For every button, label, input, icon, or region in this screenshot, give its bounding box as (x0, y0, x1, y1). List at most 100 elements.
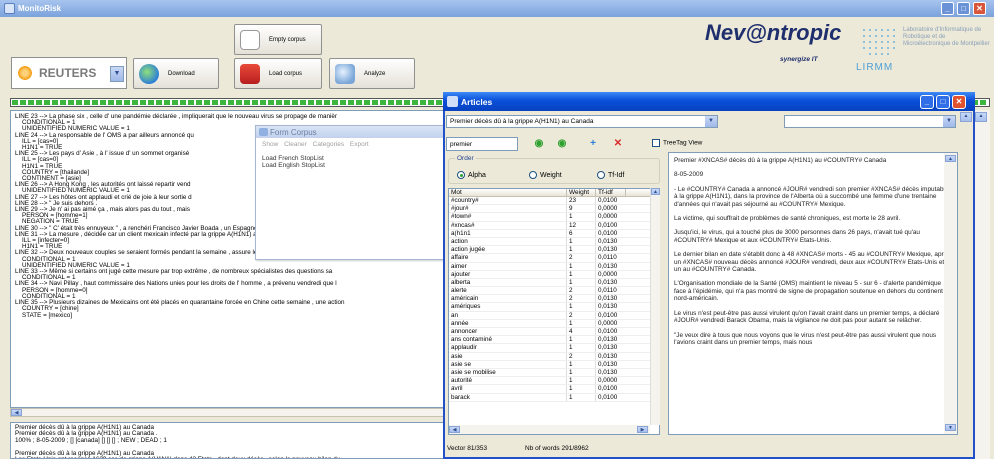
scroll-right-icon[interactable]: ▶ (637, 426, 648, 433)
articles-minimize-button[interactable]: _ (920, 95, 934, 109)
table-cell: 2 (567, 352, 596, 360)
table-row[interactable]: #xncas# 12 0,0100 (449, 221, 659, 230)
load-corpus-button[interactable]: Load corpus (234, 58, 322, 89)
table-cell: 1 (567, 213, 596, 221)
scroll-up-icon[interactable]: ▲ (975, 112, 987, 122)
scroll-up-icon[interactable]: ▲ (945, 155, 956, 162)
article-select[interactable]: Premier décès dû à la grippe A(H1N1) au … (446, 115, 718, 128)
table-row[interactable]: ajouter 1 0,0000 (449, 270, 659, 279)
column-header-weight[interactable]: Weight (567, 189, 596, 196)
table-row[interactable]: autorité 1 0,0000 (449, 377, 659, 386)
chevron-down-icon[interactable]: ▼ (943, 116, 955, 127)
scroll-up-icon[interactable]: ▲ (651, 188, 660, 195)
table-cell: 0,0000 (598, 205, 618, 213)
table-row[interactable]: alberta 1 0,0130 (449, 278, 659, 288)
table-row[interactable]: a(h1n1 6 0,0100 (449, 229, 659, 238)
table-row[interactable]: an 2 0,0100 (449, 311, 659, 320)
scroll-left-icon[interactable]: ◀ (449, 426, 460, 433)
scroll-down-icon[interactable]: ▼ (945, 424, 956, 431)
articles-scroll-up-icon[interactable]: ▲ (960, 112, 972, 122)
column-header-mot[interactable]: Mot (449, 189, 567, 196)
table-row[interactable]: applaudir 1 0,0130 (449, 344, 659, 353)
table-row[interactable]: affaire 2 0,0110 (449, 254, 659, 263)
app-icon (4, 3, 15, 14)
table-row[interactable]: aimer 1 0,0130 (449, 262, 659, 271)
database-icon (240, 64, 260, 84)
maximize-button[interactable]: □ (957, 2, 970, 15)
table-row[interactable]: action 1 0,0130 (449, 237, 659, 247)
table-row[interactable]: ans contaminé 1 0,0130 (449, 336, 659, 345)
table-cell: année (449, 319, 567, 327)
treetag-label: TreeTag View (663, 139, 703, 147)
table-row[interactable]: américain 2 0,0130 (449, 295, 659, 304)
table-row[interactable]: #jour# 9 0,0000 (449, 205, 659, 214)
table-cell: 1 (567, 237, 596, 246)
article-text[interactable]: Premier #XNCAS# décès dû à la grippe A(H… (668, 152, 958, 435)
log-horizontal-scrollbar[interactable]: ◀ (10, 408, 450, 417)
table-cell: 1 (567, 368, 596, 377)
table-cell: alberta (449, 278, 567, 287)
table-cell: 2 (567, 287, 596, 295)
stoplist-list[interactable]: Load French StopList Load English StopLi… (262, 155, 448, 169)
table-row[interactable]: asie se 1 0,0130 (449, 360, 659, 369)
table-row[interactable]: #town# 1 0,0000 (449, 213, 659, 222)
word-search-input[interactable]: premier (446, 137, 518, 151)
load-corpus-label: Load corpus (269, 71, 303, 77)
table-cell: amériques (449, 303, 567, 311)
table-cell: an (449, 311, 567, 319)
table-vertical-scrollbar[interactable]: ▲ (650, 188, 660, 425)
empty-corpus-button[interactable]: Empty corpus (234, 24, 322, 55)
radio-icon (529, 171, 537, 179)
table-cell: 0,0000 (598, 377, 618, 385)
word-table[interactable]: Mot Weight Tf-idf #country# 23 0,0100 #jour… (448, 188, 660, 435)
table-row[interactable]: avril 1 0,0100 (449, 385, 659, 394)
table-cell: 2 (567, 254, 596, 262)
order-weight-radio[interactable]: Weight (529, 171, 562, 179)
add-icon[interactable]: + (586, 137, 600, 151)
table-cell: américain (449, 295, 567, 303)
articles-maximize-button[interactable]: □ (936, 95, 950, 109)
delete-icon[interactable]: ✕ (611, 137, 625, 151)
magnifier-icon (335, 64, 355, 84)
scroll-left-icon[interactable]: ◀ (11, 409, 22, 416)
articles-close-button[interactable]: ✕ (952, 95, 966, 109)
table-row[interactable]: annoncer 4 0,0100 (449, 328, 659, 337)
minimize-button[interactable]: _ (941, 2, 954, 15)
download-label: Download (168, 71, 195, 77)
table-row[interactable]: action jugée 1 0,0130 (449, 246, 659, 255)
next-icon[interactable]: ◉ (555, 137, 569, 151)
chevron-down-icon[interactable]: ▼ (110, 66, 124, 82)
table-row[interactable]: amériques 1 0,0130 (449, 303, 659, 312)
order-group: Order Alpha Weight Tf-Idf (448, 155, 660, 184)
order-legend: Order (455, 155, 476, 162)
order-weight-label: Weight (540, 171, 562, 179)
table-row[interactable]: alerte 2 0,0110 (449, 287, 659, 296)
text-vertical-scrollbar[interactable]: ▲ ▼ (944, 153, 957, 434)
results-panel[interactable]: Premier décès dû à la grippe A(H1N1) au … (10, 422, 450, 459)
lirmm-logo-icon (863, 29, 895, 55)
form-corpus-menu[interactable]: Show Cleaner Categories Export (256, 138, 454, 151)
prev-icon[interactable]: ◉ (532, 137, 546, 151)
table-cell: 4 (567, 328, 596, 336)
close-button[interactable]: ✕ (973, 2, 986, 15)
table-row[interactable]: #country# 23 0,0100 (449, 197, 659, 206)
order-tfidf-radio[interactable]: Tf-Idf (597, 171, 624, 179)
order-alpha-radio[interactable]: Alpha (457, 171, 486, 179)
secondary-select[interactable]: ▼ (784, 115, 956, 128)
table-row[interactable]: asie se mobilise 1 0,0130 (449, 368, 659, 378)
table-cell: barack (449, 393, 567, 401)
chevron-down-icon[interactable]: ▼ (705, 116, 717, 127)
treetag-view-checkbox[interactable]: TreeTag View (652, 139, 702, 147)
column-header-tfidf[interactable]: Tf-idf (596, 189, 626, 196)
analyze-button[interactable]: Analyze (329, 58, 415, 89)
table-row[interactable]: année 1 0,0000 (449, 319, 659, 328)
table-cell: 1 (567, 270, 596, 278)
table-row[interactable]: barack 1 0,0100 (449, 393, 659, 402)
source-select[interactable]: REUTERS ▼ (11, 57, 127, 89)
table-horizontal-scrollbar[interactable]: ◀ ▶ (449, 425, 650, 434)
table-cell: affaire (449, 254, 567, 262)
main-titlebar: MonitoRisk _ □ ✕ (0, 0, 994, 17)
table-row[interactable]: asie 2 0,0130 (449, 352, 659, 361)
table-cell: 0,0000 (598, 270, 618, 278)
download-button[interactable]: Download (133, 58, 219, 89)
